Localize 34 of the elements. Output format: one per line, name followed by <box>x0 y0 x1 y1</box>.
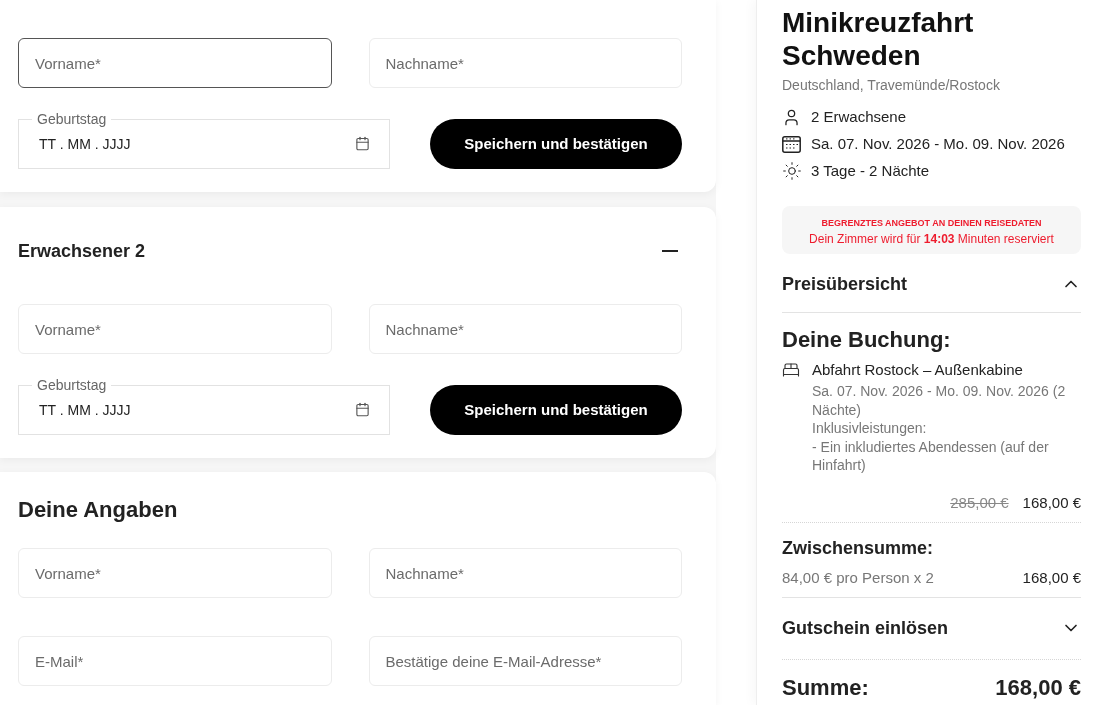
trip-fact: 3 Tage - 2 Nächte <box>811 161 930 181</box>
calendar-icon[interactable] <box>355 402 370 417</box>
booking-heading: Deine Buchung: <box>782 326 952 354</box>
calendar-icon <box>782 135 801 153</box>
trip-fact: Sa. 07. Nov. 2026 - Mo. 09. Nov. 2026 <box>811 134 1065 154</box>
room-dates: Sa. 07. Nov. 2026 - Mo. 09. Nov. 2026 (2 Nächte) <box>812 382 1067 419</box>
sun-icon <box>782 161 802 181</box>
section-heading: Erwachsener 2 <box>18 240 146 263</box>
inclusion-text: - Ein inkludiertes Abendessen (auf der Hinfahrt) <box>812 437 1050 475</box>
subtotal-amount: 168,00 € <box>1022 567 1081 588</box>
notice-text: Dein Zimmer wird für 14:03 Minuten reserviert <box>809 231 1054 247</box>
trip-fact: 2 Erwachsene <box>811 107 907 127</box>
section-heading: Deine Angaben <box>18 496 179 524</box>
field-label: Geburtstag <box>32 376 112 394</box>
room-name: Abfahrt Rostock – Außenkabine <box>812 360 1023 380</box>
field-label: Geburtstag <box>32 110 112 128</box>
save-button[interactable]: Speichern und bestätigen <box>430 385 682 435</box>
section-heading: Preisübersicht <box>782 273 908 296</box>
trip-title: Minikreuzfahrt Schweden <box>782 6 975 72</box>
total-amount: 168,00 € <box>995 673 1081 702</box>
person-icon <box>782 107 801 127</box>
voucher-toggle[interactable]: Gutschein einlösen <box>782 615 949 640</box>
location-text: Deutschland, Travemünde/Rostock <box>782 76 1001 95</box>
subtotal-detail: 84,00 € pro Person x 2 <box>782 567 934 588</box>
inclusions-label: Inklusivleistungen: <box>812 419 928 438</box>
old-price: 285,00 € <box>950 492 1009 513</box>
notice-title: BEGRENZTES ANGEBOT AN DEINEN REISEDATEN <box>821 217 1042 229</box>
input-field[interactable]: Vorname* <box>18 38 332 88</box>
save-button[interactable]: Speichern und bestätigen <box>430 119 682 169</box>
bed-icon <box>782 361 800 379</box>
subtotal-label: Zwischensumme: <box>782 536 935 560</box>
total-label: Summe: <box>782 673 869 702</box>
price: 168,00 € <box>1022 492 1081 513</box>
calendar-icon[interactable] <box>355 136 370 151</box>
